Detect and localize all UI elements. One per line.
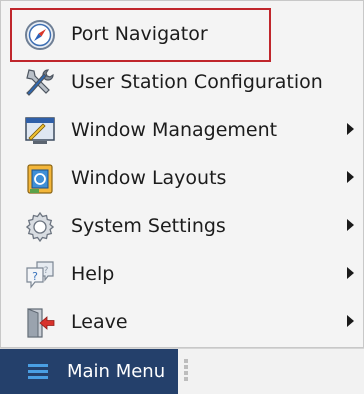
menu-item-help[interactable]: ? ? Help	[1, 250, 363, 298]
menu-item-window-management[interactable]: Window Management	[1, 106, 363, 154]
main-menu-label: Main Menu	[67, 361, 166, 382]
menu-item-label: Window Layouts	[71, 167, 227, 189]
menu-item-label: Help	[71, 263, 115, 285]
menu-item-port-navigator[interactable]: Port Navigator	[1, 10, 363, 58]
submenu-arrow-icon	[347, 171, 354, 183]
menu-item-leave[interactable]: Leave	[1, 298, 363, 346]
submenu-arrow-icon	[347, 315, 354, 327]
tools-icon	[23, 66, 57, 100]
menu-item-label: Port Navigator	[71, 23, 208, 45]
taskbar: Main Menu	[0, 348, 364, 394]
taskbar-grip-handle[interactable]	[184, 359, 190, 385]
menu-item-window-layouts[interactable]: Window Layouts	[1, 154, 363, 202]
compass-icon	[23, 18, 57, 52]
menu-item-label: System Settings	[71, 215, 226, 237]
leave-icon	[23, 306, 57, 340]
svg-text:?: ?	[44, 266, 49, 276]
gear-icon	[23, 210, 57, 244]
window-icon	[23, 114, 57, 148]
hamburger-icon	[28, 364, 48, 380]
help-icon: ? ?	[23, 258, 57, 292]
svg-text:?: ?	[32, 270, 38, 283]
menu-item-label: Leave	[71, 311, 128, 333]
main-menu-popup: Port Navigator User Station Configuratio…	[0, 0, 364, 348]
menu-item-label: User Station Configuration	[71, 71, 323, 93]
main-menu-button[interactable]: Main Menu	[0, 349, 178, 394]
submenu-arrow-icon	[347, 123, 354, 135]
submenu-arrow-icon	[347, 219, 354, 231]
menu-item-label: Window Management	[71, 119, 278, 141]
submenu-arrow-icon	[347, 267, 354, 279]
menu-item-system-settings[interactable]: System Settings	[1, 202, 363, 250]
menu-item-user-station-configuration[interactable]: User Station Configuration	[1, 58, 363, 106]
layouts-icon	[23, 162, 57, 196]
